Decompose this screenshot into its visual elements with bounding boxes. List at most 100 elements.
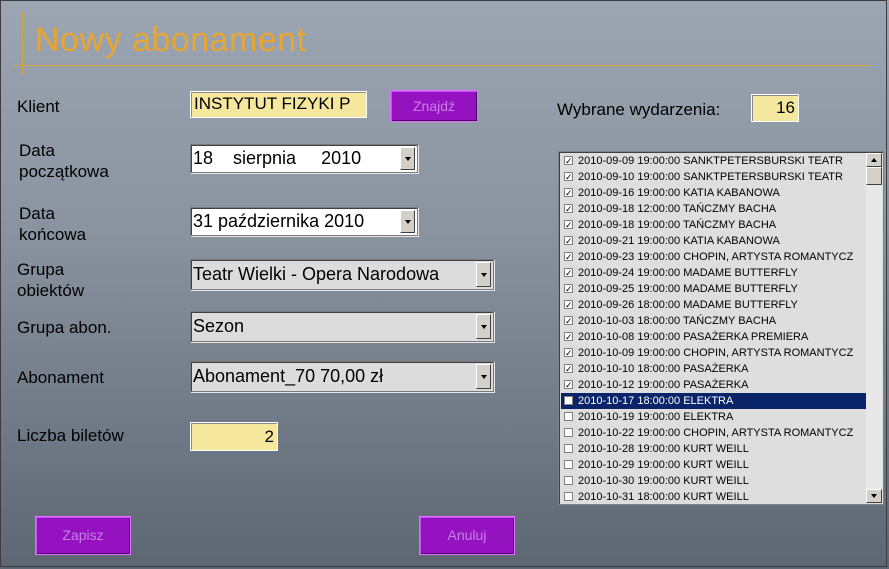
event-list-item[interactable]: ✓ 2010-09-21 19:00:00 KATIA KABANOWA — [561, 233, 867, 249]
event-label: 2010-09-23 19:00:00 CHOPIN, ARTYSTA ROMA… — [578, 251, 854, 263]
subscription-select[interactable]: Abonament_70 70,00 zł — [190, 361, 494, 392]
chevron-down-icon — [480, 324, 487, 329]
end-date-label-line1: Data — [19, 204, 55, 223]
object-group-label-line1: Grupa — [17, 260, 65, 279]
client-label: Klient — [17, 97, 60, 116]
event-label: 2010-09-26 18:00:00 MADAME BUTTERFLY — [578, 299, 798, 311]
event-checkbox[interactable]: ✓ — [564, 236, 573, 246]
event-checkbox[interactable] — [564, 444, 573, 453]
event-checkbox[interactable]: ✓ — [564, 220, 573, 230]
start-date-label-line1: Data — [19, 141, 55, 160]
subscription-value: Abonament_70 70,00 zł — [193, 366, 384, 386]
event-list-item[interactable]: ✓ 2010-09-26 18:00:00 MADAME BUTTERFLY — [561, 297, 867, 313]
events-scrollbar[interactable] — [866, 153, 882, 503]
start-date-dropdown-button[interactable] — [400, 147, 415, 170]
event-checkbox[interactable]: ✓ — [564, 348, 573, 358]
scroll-up-button[interactable] — [866, 153, 882, 167]
event-label: 2010-10-31 18:00:00 KURT WEILL — [578, 491, 749, 503]
event-checkbox[interactable]: ✓ — [564, 316, 573, 326]
event-label: 2010-09-24 19:00:00 MADAME BUTTERFLY — [578, 267, 798, 279]
event-label: 2010-10-10 18:00:00 PASAŻERKA — [578, 363, 749, 375]
event-checkbox[interactable]: ✓ — [564, 252, 573, 262]
event-checkbox[interactable] — [564, 428, 573, 437]
event-checkbox[interactable] — [564, 460, 573, 469]
event-list-item[interactable]: ✓ 2010-10-09 19:00:00 CHOPIN, ARTYSTA ROM… — [561, 345, 867, 361]
event-label: 2010-10-22 19:00:00 CHOPIN, ARTYSTA ROMA… — [578, 427, 854, 439]
events-list[interactable]: ✓ 2010-09-09 19:00:00 SANKTPETERSBURSKI T… — [558, 151, 884, 505]
chevron-down-icon — [480, 374, 487, 379]
start-date-picker[interactable]: 18 sierpnia 2010 — [190, 144, 418, 173]
event-label: 2010-10-29 19:00:00 KURT WEILL — [578, 459, 749, 471]
new-subscription-window: Nowy abonament Klient INSTYTUT FIZYKI P … — [0, 0, 887, 567]
object-group-select[interactable]: Teatr Wielki - Opera Narodowa — [190, 259, 494, 290]
event-list-item[interactable]: ✓ 2010-09-18 19:00:00 TAŃCZMY BACHA — [561, 217, 867, 233]
cancel-button[interactable]: Anuluj — [419, 516, 515, 555]
event-checkbox[interactable] — [564, 396, 573, 405]
event-list-item[interactable]: ✓ 2010-09-16 19:00:00 KATIA KABANOWA — [561, 185, 867, 201]
scroll-down-button[interactable] — [866, 489, 882, 503]
chevron-down-icon — [480, 272, 487, 277]
event-checkbox[interactable]: ✓ — [564, 332, 573, 342]
event-checkbox[interactable]: ✓ — [564, 268, 573, 278]
event-checkbox[interactable]: ✓ — [564, 364, 573, 374]
event-list-item[interactable]: ✓ 2010-10-03 18:00:00 TAŃCZMY BACHA — [561, 313, 867, 329]
subscription-label: Abonament — [17, 368, 104, 387]
client-input[interactable]: INSTYTUT FIZYKI P — [190, 91, 367, 118]
event-label: 2010-10-12 19:00:00 PASAŻERKA — [578, 379, 749, 391]
event-label: 2010-10-28 19:00:00 KURT WEILL — [578, 443, 749, 455]
save-button[interactable]: Zapisz — [35, 516, 131, 555]
end-date-value: 31 października 2010 — [193, 211, 365, 231]
page-title: Nowy abonament — [35, 21, 307, 59]
event-checkbox[interactable]: ✓ — [564, 204, 573, 214]
subscription-group-dropdown-button[interactable] — [476, 314, 491, 339]
event-list-item[interactable]: 2010-10-29 19:00:00 KURT WEILL — [561, 457, 867, 473]
event-list-item[interactable]: ✓ 2010-10-08 19:00:00 PASAŻERKA PREMIERA — [561, 329, 867, 345]
end-date-dropdown-button[interactable] — [400, 210, 415, 233]
event-list-item[interactable]: ✓ 2010-09-25 19:00:00 MADAME BUTTERFLY — [561, 281, 867, 297]
end-date-picker[interactable]: 31 października 2010 — [190, 207, 418, 236]
events-rows: ✓ 2010-09-09 19:00:00 SANKTPETERSBURSKI T… — [561, 153, 867, 504]
arrow-down-icon — [871, 494, 877, 498]
subscription-group-label: Grupa abon. — [17, 318, 112, 337]
find-button[interactable]: Znajdź — [390, 90, 478, 122]
event-list-item[interactable]: 2010-10-28 19:00:00 KURT WEILL — [561, 441, 867, 457]
event-checkbox[interactable]: ✓ — [564, 300, 573, 310]
event-list-item[interactable]: ✓ 2010-09-18 12:00:00 TAŃCZMY BACHA — [561, 201, 867, 217]
chevron-down-icon — [404, 156, 411, 161]
selected-events-count: 16 — [751, 94, 799, 122]
event-label: 2010-09-25 19:00:00 MADAME BUTTERFLY — [578, 283, 798, 295]
event-list-item[interactable]: ✓ 2010-09-09 19:00:00 SANKTPETERSBURSKI T… — [561, 153, 867, 169]
event-list-item[interactable]: 2010-10-17 18:00:00 ELEKTRA — [561, 393, 867, 409]
event-label: 2010-10-30 19:00:00 KURT WEILL — [578, 475, 749, 487]
event-list-item[interactable]: ✓ 2010-09-10 19:00:00 SANKTPETERSBURSKI T… — [561, 169, 867, 185]
event-checkbox[interactable]: ✓ — [564, 380, 573, 390]
subscription-group-value: Sezon — [193, 316, 245, 336]
event-checkbox[interactable] — [564, 476, 573, 485]
event-list-item[interactable]: 2010-10-19 19:00:00 ELEKTRA — [561, 409, 867, 425]
scroll-thumb[interactable] — [866, 167, 882, 185]
selected-events-label: Wybrane wydarzenia: — [557, 100, 721, 119]
event-checkbox[interactable]: ✓ — [564, 188, 573, 198]
subscription-group-select[interactable]: Sezon — [190, 311, 494, 342]
event-checkbox[interactable]: ✓ — [564, 172, 573, 182]
event-checkbox[interactable]: ✓ — [564, 156, 573, 166]
event-list-item[interactable]: 2010-10-30 19:00:00 KURT WEILL — [561, 473, 867, 489]
event-list-item[interactable]: 2010-10-22 19:00:00 CHOPIN, ARTYSTA ROMA… — [561, 425, 867, 441]
event-checkbox[interactable] — [564, 412, 573, 421]
event-list-item[interactable]: 2010-10-31 18:00:00 KURT WEILL — [561, 489, 867, 504]
chevron-down-icon — [404, 219, 411, 224]
event-label: 2010-10-03 18:00:00 TAŃCZMY BACHA — [578, 315, 777, 327]
event-list-item[interactable]: ✓ 2010-10-10 18:00:00 PASAŻERKA — [561, 361, 867, 377]
subscription-dropdown-button[interactable] — [476, 364, 491, 389]
event-list-item[interactable]: ✓ 2010-10-12 19:00:00 PASAŻERKA — [561, 377, 867, 393]
object-group-dropdown-button[interactable] — [476, 262, 491, 287]
event-label: 2010-10-19 19:00:00 ELEKTRA — [578, 411, 734, 423]
event-checkbox[interactable]: ✓ — [564, 284, 573, 294]
event-list-item[interactable]: ✓ 2010-09-24 19:00:00 MADAME BUTTERFLY — [561, 265, 867, 281]
tickets-label: Liczba biletów — [17, 426, 124, 445]
event-list-item[interactable]: ✓ 2010-09-23 19:00:00 CHOPIN, ARTYSTA ROM… — [561, 249, 867, 265]
end-date-label-line2: końcowa — [19, 225, 87, 244]
tickets-input[interactable]: 2 — [190, 422, 278, 451]
event-label: 2010-09-16 19:00:00 KATIA KABANOWA — [578, 187, 780, 199]
event-checkbox[interactable] — [564, 492, 573, 501]
